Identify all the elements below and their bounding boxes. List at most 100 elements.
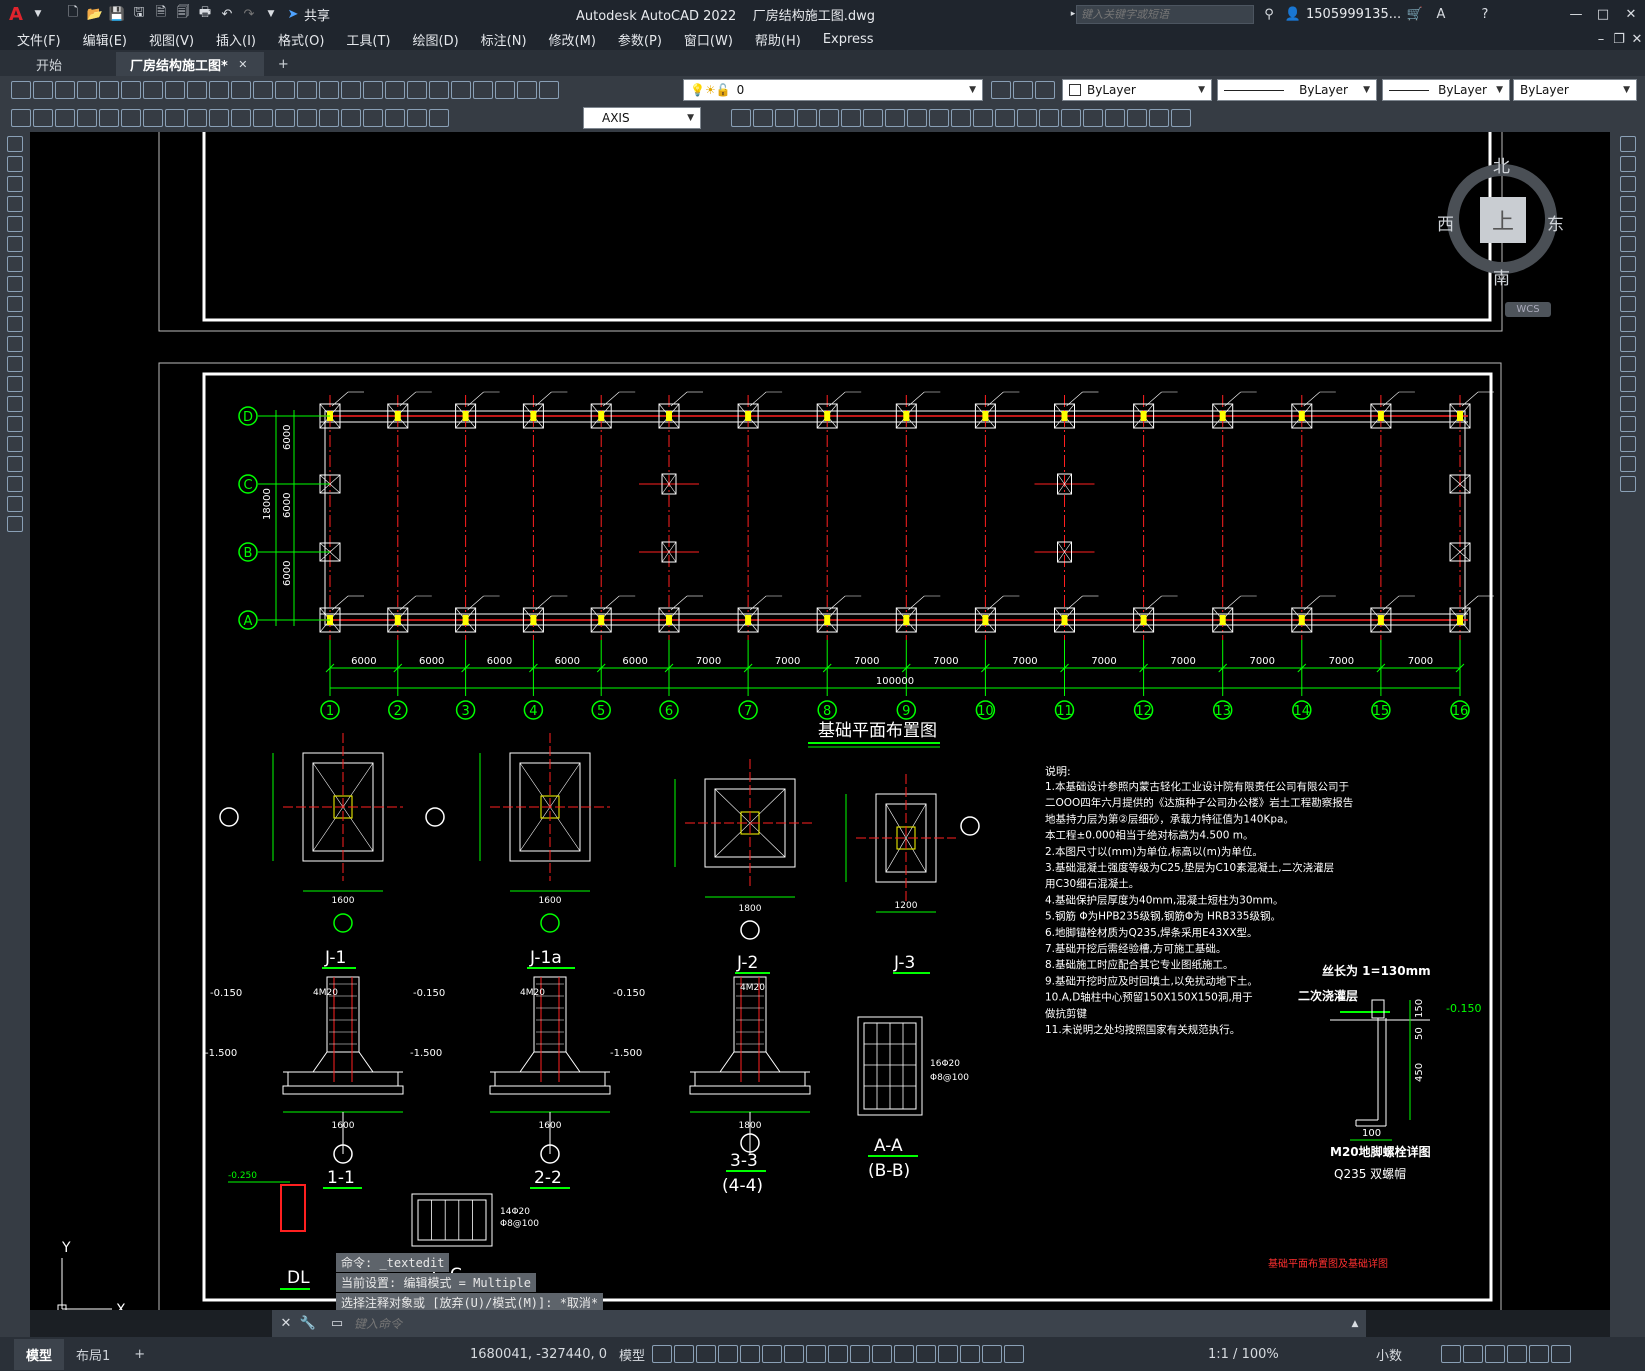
customize-icon[interactable] [1551, 1345, 1571, 1363]
hatch2-icon[interactable] [7, 416, 23, 432]
menu-help[interactable]: 帮助(H) [744, 30, 812, 49]
dim-baseline-icon[interactable] [209, 109, 229, 127]
qsave-icon[interactable] [55, 81, 75, 99]
command-input[interactable] [348, 1313, 1344, 1334]
tab-model[interactable]: 模型 [14, 1338, 65, 1370]
viewcube-east[interactable]: 东 [1547, 210, 1564, 235]
extend-icon[interactable] [863, 109, 883, 127]
cmd-scroll-up-icon[interactable]: ▲ [1345, 1314, 1365, 1334]
explode2-icon[interactable] [1619, 476, 1636, 492]
grid-icon[interactable] [652, 1345, 673, 1363]
break-icon[interactable] [885, 109, 905, 127]
qopen-icon[interactable] [33, 81, 53, 99]
dim-ordinate-icon[interactable] [77, 109, 97, 127]
dim-diameter-icon[interactable] [143, 109, 163, 127]
dim-jogged-icon[interactable] [121, 109, 141, 127]
gradient-icon[interactable] [7, 436, 23, 452]
rotate2-icon[interactable] [1619, 256, 1636, 272]
dim-break-icon[interactable] [275, 109, 295, 127]
offset-icon[interactable] [1017, 109, 1037, 127]
open-file-icon[interactable]: 📂 [85, 4, 105, 24]
tolerance-icon[interactable] [297, 109, 317, 127]
dim-textedit-icon[interactable] [407, 109, 427, 127]
auto-scale-icon[interactable] [1004, 1345, 1025, 1363]
isolate-icon[interactable] [1485, 1345, 1505, 1363]
menu-parametric[interactable]: 参数(P) [607, 30, 673, 49]
viewcube-south[interactable]: 南 [1493, 264, 1510, 289]
spline-icon[interactable] [7, 296, 23, 312]
osnap-track-icon[interactable] [784, 1345, 805, 1363]
cad-drawing[interactable]: 1 2 3 4 5 6 7 8 9 10 11 12 13 14 15 16DCBA1800060006000… [30, 132, 1610, 1310]
dim-aligned-icon[interactable] [33, 109, 53, 127]
cmd-close-icon[interactable]: ✕ [276, 1314, 296, 1334]
qnew-icon[interactable] [11, 81, 31, 99]
doc-minimize-icon[interactable]: – [1591, 29, 1611, 49]
jogged-linear-icon[interactable] [363, 109, 383, 127]
menu-modify[interactable]: 修改(M) [538, 30, 607, 49]
redo-icon[interactable] [253, 81, 273, 99]
quick-properties-icon[interactable] [1441, 1345, 1461, 1363]
sheetset-icon[interactable] [429, 81, 449, 99]
dimstyle-dropdown[interactable]: AXIS ▼ [583, 107, 701, 129]
revcloud-icon[interactable] [7, 276, 23, 292]
insert-icon[interactable] [1105, 109, 1125, 127]
dyn-ucs-icon[interactable] [916, 1345, 937, 1363]
paste-icon[interactable] [187, 81, 207, 99]
matchprop-icon[interactable] [209, 81, 229, 99]
dim-quick-icon[interactable] [187, 109, 207, 127]
plotstyle-dropdown[interactable]: ByLayer ▼ [1513, 79, 1637, 101]
insert-block-icon[interactable] [7, 356, 23, 372]
menu-draw[interactable]: 绘图(D) [402, 30, 470, 49]
layer-match-icon[interactable] [1013, 81, 1033, 99]
fillet2-icon[interactable] [1619, 436, 1636, 452]
dim-angular-icon[interactable] [165, 109, 185, 127]
dim-continue-icon[interactable] [231, 109, 251, 127]
isodraft-icon[interactable] [762, 1345, 783, 1363]
chamfer2-icon[interactable] [1619, 416, 1636, 432]
maximize-icon[interactable]: □ [1593, 4, 1613, 24]
array2-icon[interactable] [1619, 216, 1636, 232]
snap-icon[interactable] [674, 1345, 695, 1363]
hatch-icon[interactable] [1171, 109, 1191, 127]
copy-icon[interactable] [165, 81, 185, 99]
stretch2-icon[interactable] [1619, 296, 1636, 312]
layer-properties-icon[interactable] [517, 81, 537, 99]
zoom-realtime-icon[interactable] [297, 81, 317, 99]
save-as-icon[interactable]: 🖫 [129, 4, 149, 24]
plot-icon[interactable]: 🖶 [195, 4, 215, 24]
polar-icon[interactable] [740, 1345, 761, 1363]
region-icon[interactable] [7, 456, 23, 472]
save-icon[interactable]: 💾 [107, 4, 127, 24]
break-at-point-icon[interactable] [1619, 356, 1636, 372]
share-button[interactable]: 共享 [304, 5, 330, 24]
layer-iso-icon[interactable] [1035, 81, 1055, 99]
lineweight-dropdown[interactable]: ByLayer ▼ [1382, 79, 1510, 101]
toolpalettes-icon[interactable] [407, 81, 427, 99]
rotate-icon[interactable] [797, 109, 817, 127]
markup-icon[interactable] [451, 81, 471, 99]
zoom-previous-icon[interactable] [341, 81, 361, 99]
copy2-icon[interactable] [753, 109, 773, 127]
erase2-icon[interactable] [1619, 136, 1636, 152]
user-name[interactable]: 1505999135... [1306, 7, 1401, 22]
linetype-dropdown[interactable]: ByLayer ▼ [1217, 79, 1377, 101]
move-icon[interactable] [731, 109, 751, 127]
infer-icon[interactable] [696, 1345, 717, 1363]
menu-dimension[interactable]: 标注(N) [470, 30, 538, 49]
join2-icon[interactable] [1619, 396, 1636, 412]
model-space-toggle[interactable]: 模型 [613, 1345, 651, 1364]
annotation-visibility-icon[interactable] [982, 1345, 1003, 1363]
menu-window[interactable]: 窗口(W) [673, 30, 744, 49]
redo-icon[interactable]: ↷ [239, 4, 259, 24]
ellipse-icon[interactable] [7, 316, 23, 332]
wcs-menu[interactable]: WCS [1505, 302, 1551, 317]
trim-icon[interactable] [841, 109, 861, 127]
doc-restore-icon[interactable]: ❐ [1609, 29, 1629, 49]
gizmo-icon[interactable] [960, 1345, 981, 1363]
copy3-icon[interactable] [1619, 156, 1636, 172]
annotation-scale[interactable]: 1:1 / 100% [1202, 1347, 1285, 1362]
help-icon[interactable] [495, 81, 515, 99]
color-dropdown[interactable]: ByLayer ▼ [1062, 79, 1212, 101]
pan-icon[interactable] [275, 81, 295, 99]
line-icon[interactable] [7, 136, 23, 152]
